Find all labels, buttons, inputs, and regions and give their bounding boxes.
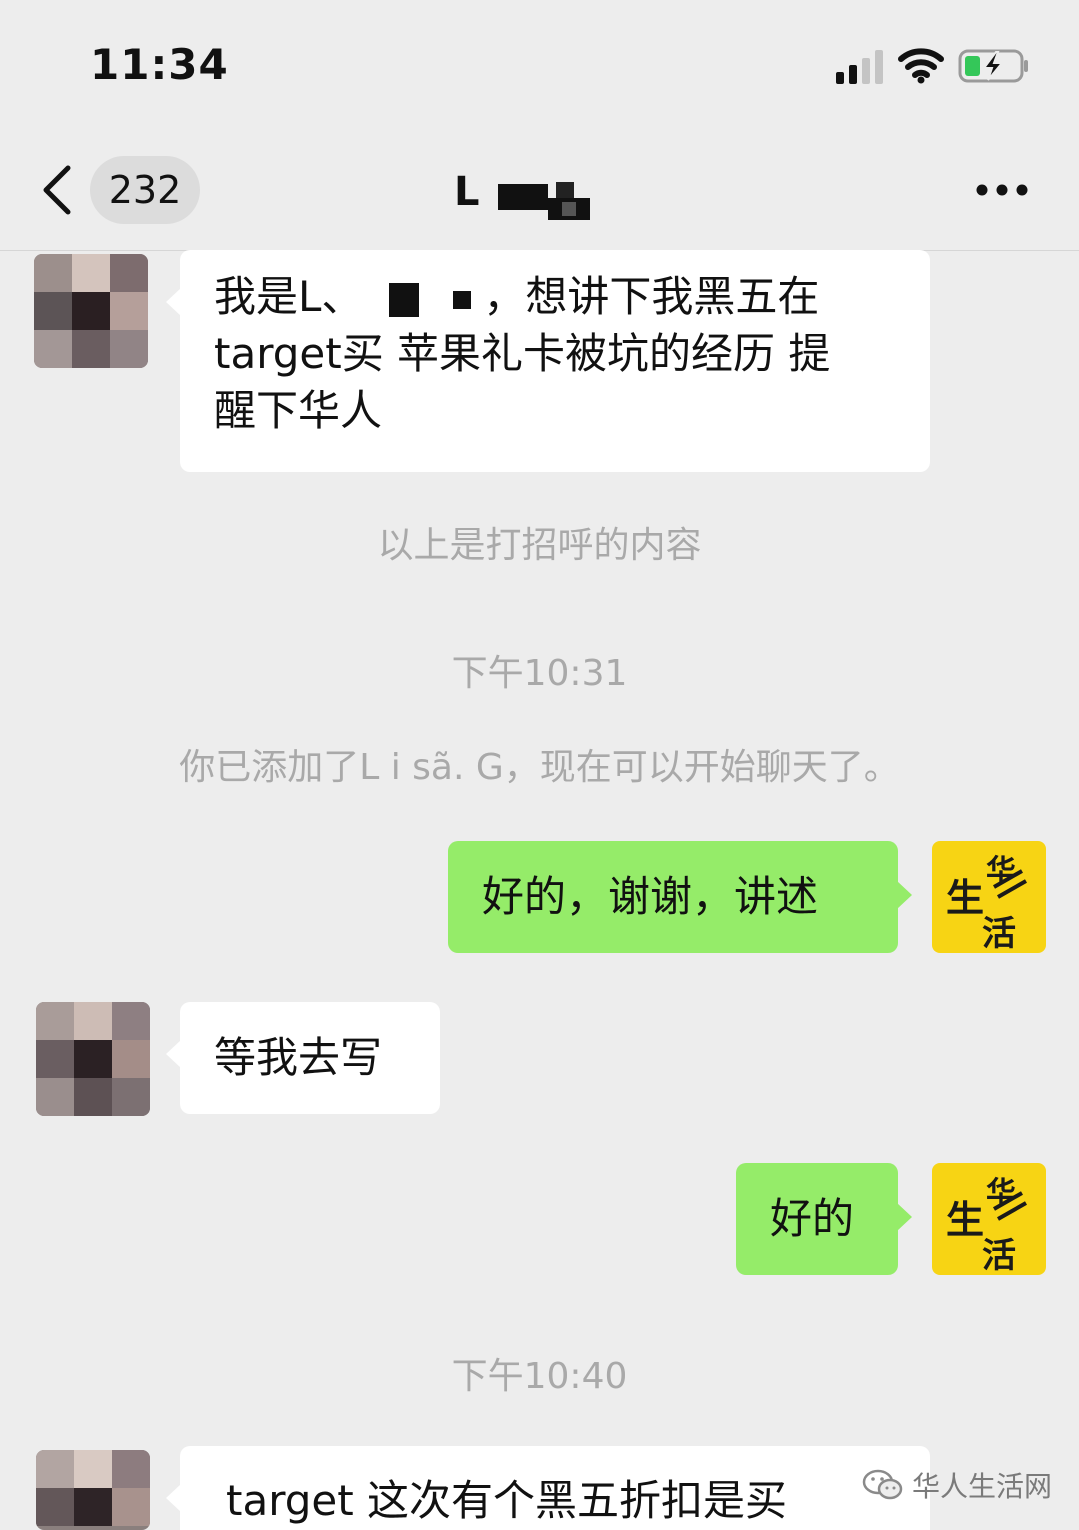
message-text: target 这次有个黑五折扣是买	[226, 1476, 788, 1525]
watermark: 华人生活网	[862, 1463, 1052, 1507]
svg-text:活: 活	[982, 914, 1016, 953]
message-bubble-outgoing[interactable]: 好的	[736, 1163, 912, 1275]
svg-text:活: 活	[982, 1236, 1016, 1275]
message-text: 好的，谢谢，讲述	[482, 872, 819, 921]
title-redaction	[498, 182, 590, 220]
message-bubble-incoming[interactable]: 等我去写	[166, 1002, 440, 1114]
message-text: 我是L、 ，想讲下我黑五在	[214, 272, 820, 321]
battery-charging-icon	[958, 49, 1028, 83]
more-icon[interactable]	[976, 182, 1028, 198]
name-redaction	[389, 282, 420, 317]
contact-avatar[interactable]	[36, 1450, 150, 1530]
message-text-line: target买 苹果礼卡被坑的经历 提	[214, 329, 831, 378]
chat-title: L	[454, 169, 480, 215]
contact-avatar[interactable]	[36, 1002, 150, 1116]
timestamp: 下午10:31	[451, 653, 628, 694]
message-bubble-incoming[interactable]: 我是L、 ，想讲下我黑五在 target买 苹果礼卡被坑的经历 提 醒下华人	[166, 250, 930, 472]
system-notice: 以上是打招呼的内容	[377, 525, 702, 566]
self-avatar[interactable]: 生 华 活	[932, 1163, 1046, 1275]
back-arrow-icon[interactable]	[40, 164, 74, 216]
message-bubble-incoming[interactable]: target 这次有个黑五折扣是买	[166, 1446, 930, 1530]
svg-text:生: 生	[946, 1197, 984, 1242]
watermark-text: 华人生活网	[912, 1470, 1053, 1503]
contact-avatar[interactable]	[34, 254, 148, 368]
signal-icon	[836, 50, 883, 84]
self-avatar[interactable]: 生 华 活	[932, 841, 1046, 953]
wechat-icon	[862, 1469, 903, 1500]
message-text: 好的	[770, 1194, 855, 1243]
status-time: 11:34	[90, 40, 229, 89]
nav-bar: 232 L	[0, 130, 1079, 251]
message-text-line: 醒下华人	[214, 386, 383, 435]
status-bar: 11:34	[0, 0, 1079, 130]
timestamp: 下午10:40	[451, 1356, 628, 1397]
system-notice: 你已添加了L i sã. G，现在可以开始聊天了。	[179, 747, 900, 788]
wifi-icon	[898, 48, 944, 84]
message-bubble-outgoing[interactable]: 好的，谢谢，讲述	[448, 841, 912, 953]
message-text: 等我去写	[214, 1033, 383, 1082]
name-redaction	[453, 290, 472, 309]
svg-text:生: 生	[946, 875, 984, 920]
unread-count-badge[interactable]: 232	[90, 156, 200, 224]
